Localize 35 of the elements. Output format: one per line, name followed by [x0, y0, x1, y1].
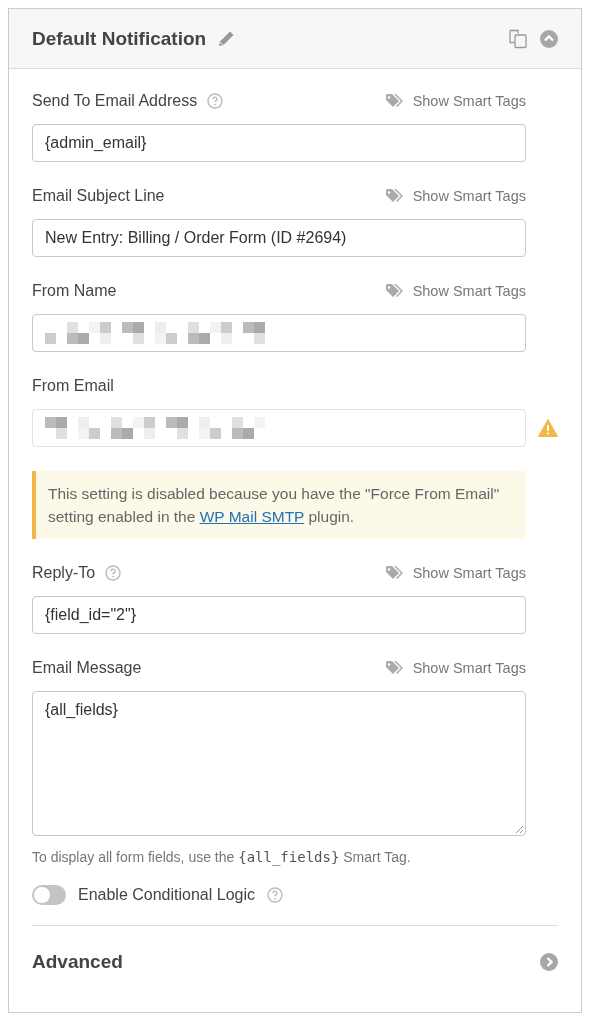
toggle-label: Enable Conditional Logic [78, 886, 255, 904]
field-label: From Email [32, 377, 114, 395]
field-label: Email Message [32, 659, 142, 677]
tags-icon [385, 94, 405, 108]
show-smart-tags-link[interactable]: Show Smart Tags [385, 565, 526, 581]
tags-icon [385, 661, 405, 675]
disabled-notice: This setting is disabled because you have the "Force From Email" setting enabled in the WP Mail SMTP plugin. [32, 471, 526, 539]
duplicate-icon[interactable] [508, 28, 528, 49]
field-label: Email Subject Line [32, 187, 165, 205]
help-icon[interactable] [267, 887, 283, 903]
help-icon[interactable] [105, 565, 122, 581]
resize-handle-icon[interactable] [515, 825, 523, 833]
hint-text: To display all form fields, use the {all_fields} Smart Tag. [32, 849, 412, 865]
text-field[interactable]: {field_id="2"} [32, 596, 526, 634]
panel-title: Default Notification [32, 27, 207, 50]
text-field[interactable]: New Entry: Billing / Order Form (ID #2694) [32, 219, 526, 257]
tags-icon [385, 566, 405, 580]
field-label: Send To Email Address [32, 92, 198, 110]
show-smart-tags-link[interactable]: Show Smart Tags [385, 93, 526, 109]
collapse-icon[interactable] [540, 29, 558, 48]
text-field[interactable] [32, 314, 526, 352]
field-label: From Name [32, 282, 117, 300]
pencil-icon[interactable] [218, 30, 236, 47]
tags-icon [385, 284, 405, 298]
show-smart-tags-link[interactable]: Show Smart Tags [385, 660, 526, 676]
expand-icon[interactable] [540, 953, 558, 971]
message-textarea[interactable]: {all_fields} [32, 691, 526, 836]
tags-icon [385, 189, 405, 203]
text-field[interactable]: {admin_email} [32, 124, 526, 162]
show-smart-tags-link[interactable]: Show Smart Tags [385, 188, 526, 204]
conditional-logic-toggle[interactable] [32, 885, 66, 905]
help-icon[interactable] [207, 93, 224, 109]
field-label: Reply-To [32, 564, 96, 582]
section-title[interactable]: Advanced [32, 951, 123, 973]
show-smart-tags-link[interactable]: Show Smart Tags [385, 283, 526, 299]
